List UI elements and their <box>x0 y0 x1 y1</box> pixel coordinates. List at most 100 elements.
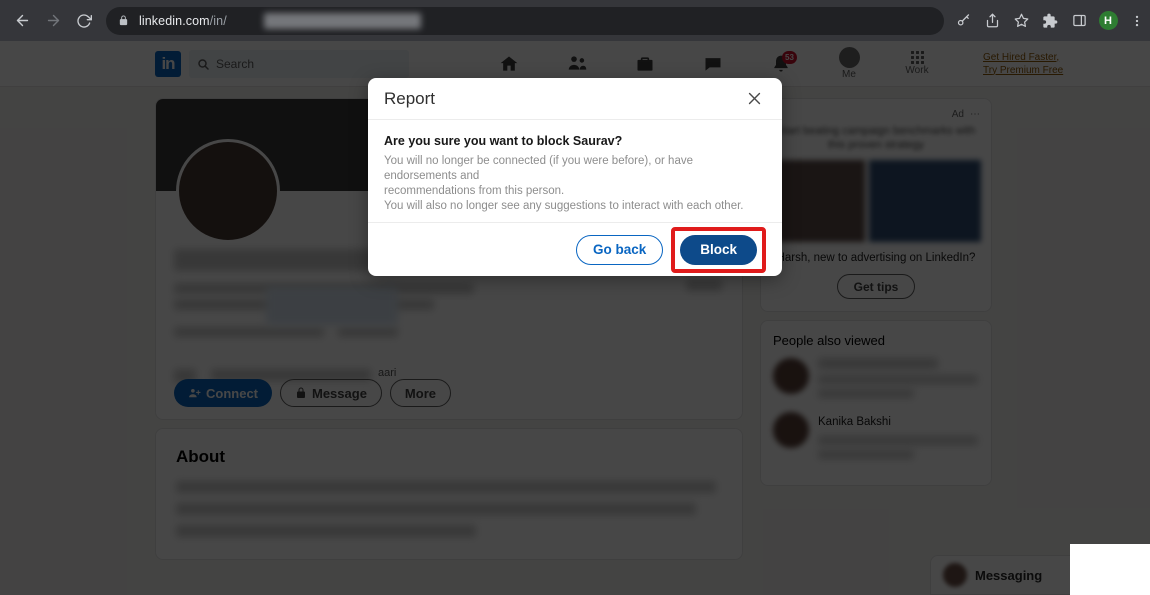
key-icon <box>957 14 969 26</box>
dialog-body-line-3: You will also no longer see any suggesti… <box>384 200 744 212</box>
about-text-redacted-1 <box>176 481 716 493</box>
profile-location-redacted <box>174 327 324 337</box>
back-arrow-icon <box>16 14 28 27</box>
nav-item-notifications[interactable]: 53 <box>761 50 801 74</box>
nav-item-my-network[interactable] <box>557 53 597 74</box>
profile-connections-redacted[interactable] <box>338 327 398 337</box>
dialog-body-line-2: recommendations from this person. <box>384 185 565 197</box>
lock-icon <box>118 15 129 26</box>
screenshot-root: linkedin.com/in/ H in Search 53 Me Work … <box>0 0 1150 595</box>
person-headline-redacted-1 <box>818 436 978 445</box>
report-dialog: Report Are you sure you want to block Sa… <box>368 78 782 276</box>
about-text-redacted-3 <box>176 525 476 537</box>
block-button[interactable]: Block <box>680 234 757 265</box>
bookmark-star-icon <box>1014 13 1028 27</box>
profile-photo[interactable] <box>176 139 280 243</box>
ellipsis-icon[interactable]: ⋯ <box>970 109 981 120</box>
advertisement-card: Ad ⋯ Start beating campaign benchmarks w… <box>760 98 992 312</box>
lock-icon <box>297 387 305 398</box>
bookmark-button[interactable] <box>1008 8 1034 34</box>
person-add-icon <box>189 388 201 397</box>
person-headline-redacted-1 <box>818 375 978 384</box>
block-button-highlight: Block <box>671 226 766 273</box>
browser-menu-button[interactable] <box>1124 8 1150 34</box>
url-redacted-region <box>264 12 421 29</box>
premium-promo-link[interactable]: Get Hired Faster, Try Premium Free <box>983 51 1067 77</box>
ad-image <box>771 160 981 242</box>
dialog-title: Report <box>384 88 436 108</box>
go-back-button[interactable]: Go back <box>575 234 664 265</box>
url-path: /in/ <box>209 13 227 28</box>
list-item[interactable] <box>773 358 979 398</box>
person-name-redacted <box>818 358 938 369</box>
person-name: Kanika Bakshi <box>818 416 891 428</box>
list-item[interactable]: Kanika Bakshi <box>773 412 979 459</box>
more-button[interactable]: More <box>389 379 451 407</box>
nav-item-home[interactable] <box>489 54 529 74</box>
connect-button-label: Connect <box>206 385 258 401</box>
people-also-viewed-heading: People also viewed <box>773 333 886 348</box>
profile-location-suffix: aari <box>378 367 397 379</box>
search-placeholder: Search <box>216 56 255 71</box>
address-bar[interactable]: linkedin.com/in/ <box>106 6 944 35</box>
about-text-redacted-2 <box>176 503 696 515</box>
avatar <box>773 358 809 394</box>
messaging-label: Messaging <box>975 567 1043 583</box>
network-icon <box>568 56 586 70</box>
dialog-question: Are you sure you want to block Saurav? <box>384 134 623 148</box>
side-panel-icon <box>1072 14 1086 27</box>
close-x-icon <box>748 92 760 105</box>
person-info <box>818 358 979 398</box>
back-button[interactable] <box>8 7 36 35</box>
side-panel-button[interactable] <box>1066 8 1092 34</box>
password-key-button[interactable] <box>950 8 976 34</box>
forward-arrow-icon <box>47 14 59 27</box>
message-button[interactable]: Message <box>280 379 382 407</box>
reload-button[interactable] <box>70 7 98 35</box>
share-icon <box>986 13 998 28</box>
more-button-label: More <box>404 385 436 401</box>
nav-item-me-label: Me <box>842 69 856 80</box>
ad-subhead: Harsh, new to advertising on LinkedIn? <box>776 252 976 264</box>
briefcase-icon <box>637 56 653 71</box>
open-to-work-box-redacted <box>266 287 398 325</box>
connect-button[interactable]: Connect <box>174 379 272 407</box>
nav-item-me[interactable]: Me <box>829 47 869 80</box>
dialog-body-line-1: You will no longer be connected (if you … <box>384 155 693 182</box>
linkedin-logo[interactable]: in <box>155 50 181 77</box>
dialog-footer: Go back Block <box>368 222 782 276</box>
me-avatar-icon <box>838 47 860 68</box>
extensions-button[interactable] <box>1037 8 1063 34</box>
nav-item-messaging[interactable] <box>693 54 733 74</box>
nav-item-jobs[interactable] <box>625 54 665 74</box>
message-bubble-icon <box>705 57 721 71</box>
nav-item-work-label: Work <box>905 65 929 76</box>
close-button[interactable] <box>742 87 766 111</box>
url-text: linkedin.com/in/ <box>139 14 227 28</box>
share-button[interactable] <box>979 8 1005 34</box>
dialog-header: Report <box>368 78 782 120</box>
browser-toolbar-actions: H <box>950 8 1150 34</box>
person-headline-redacted-2 <box>818 450 914 459</box>
person-info: Kanika Bakshi <box>818 412 979 459</box>
message-button-label: Message <box>312 385 367 401</box>
reload-icon <box>77 13 92 28</box>
white-overlay-rectangle <box>1070 544 1150 595</box>
notification-badge: 53 <box>782 50 797 64</box>
nav-item-work[interactable]: Work <box>897 51 937 76</box>
linkedin-nav-items: 53 Me Work Get Hired Faster, Try Premium… <box>489 47 1067 80</box>
extensions-puzzle-icon <box>1043 13 1058 28</box>
browser-profile-button[interactable]: H <box>1095 8 1121 34</box>
search-icon <box>198 58 209 70</box>
forward-button[interactable] <box>39 7 67 35</box>
dialog-body: Are you sure you want to block Saurav? Y… <box>368 120 782 226</box>
about-card: About <box>155 428 743 560</box>
browser-nav-buttons <box>0 7 98 35</box>
ad-header: Ad ⋯ <box>771 109 981 120</box>
person-headline-redacted-2 <box>818 389 914 398</box>
url-domain: linkedin.com <box>139 13 210 28</box>
about-heading: About <box>176 447 226 466</box>
get-tips-button[interactable]: Get tips <box>837 274 915 299</box>
search-input[interactable]: Search <box>189 49 409 78</box>
browser-toolbar: linkedin.com/in/ H <box>0 0 1150 41</box>
